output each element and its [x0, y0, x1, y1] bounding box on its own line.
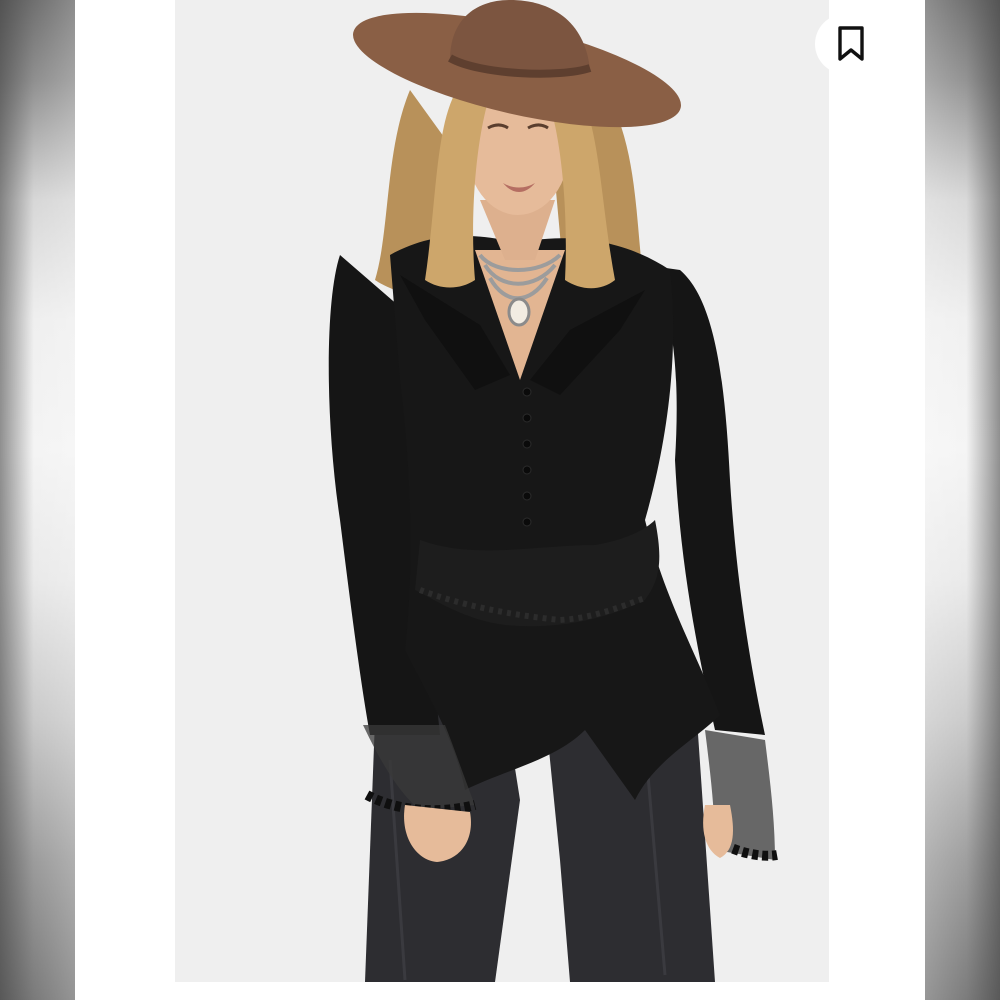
photo-frame: [75, 0, 925, 1000]
bookmark-button[interactable]: [815, 14, 887, 74]
product-photo[interactable]: [175, 0, 829, 982]
model-illustration: [175, 0, 829, 982]
blurred-backdrop-left: [0, 0, 75, 1000]
blurred-backdrop-right: [925, 0, 1000, 1000]
image-viewer: [0, 0, 1000, 1000]
bookmark-icon: [838, 26, 864, 61]
